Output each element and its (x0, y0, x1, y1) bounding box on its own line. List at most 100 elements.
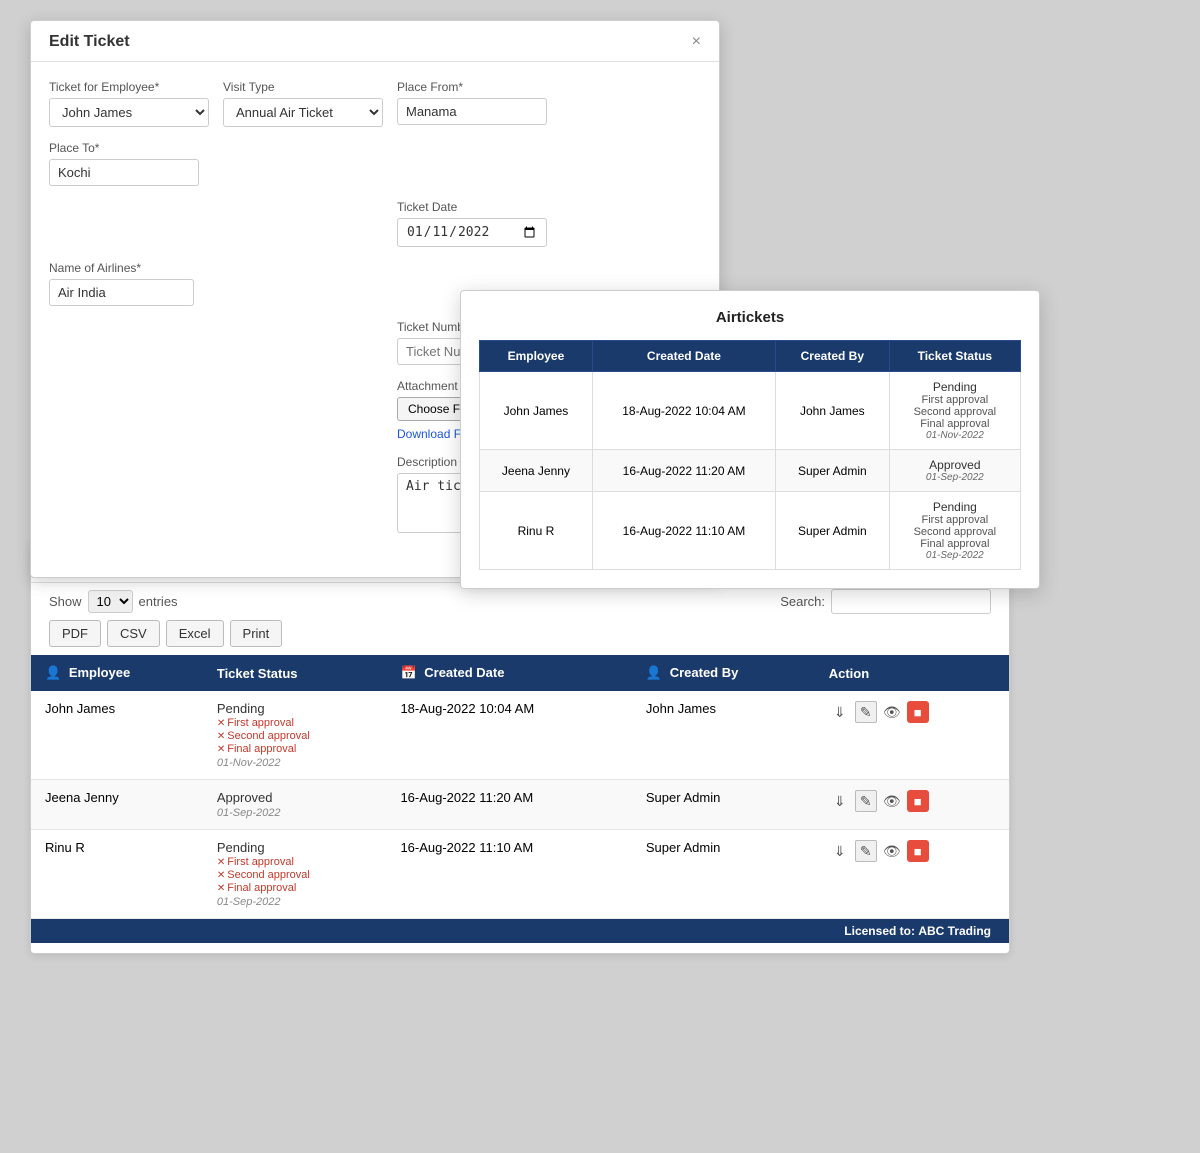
action-icons: ⇓ ✎ 👁 ■ (829, 790, 995, 812)
popup-col-created-date: Created Date (592, 341, 775, 372)
popup-cell-employee: Rinu R (480, 492, 593, 570)
popup-col-created-by: Created By (775, 341, 889, 372)
ticket-date-input[interactable] (397, 218, 547, 247)
excel-button[interactable]: Excel (166, 620, 224, 647)
ticket-date-group: Ticket Date (397, 200, 547, 247)
popup-cell-date: 16-Aug-2022 11:10 AM (592, 492, 775, 570)
show-entries: Show 10 entries (49, 590, 178, 613)
popup-cell-created-by: Super Admin (775, 450, 889, 492)
export-buttons: PDF CSV Excel Print (49, 620, 991, 647)
eye-icon[interactable]: 👁 (881, 790, 903, 812)
delete-icon[interactable]: ■ (907, 840, 929, 862)
col-action: Action (815, 655, 1009, 691)
eye-icon[interactable]: 👁 (881, 701, 903, 723)
edit-icon[interactable]: ✎ (855, 701, 877, 723)
download-icon[interactable]: ⇓ (829, 790, 851, 812)
licensed-text: Licensed to: (844, 924, 915, 938)
popup-cell-created-by: John James (775, 372, 889, 450)
eye-icon[interactable]: 👁 (881, 840, 903, 862)
airtickets-table: Employee Created Date Created By Ticket … (479, 340, 1021, 570)
visit-type-group: Visit Type Annual Air Ticket (223, 80, 383, 127)
ticket-employee-group: Ticket for Employee* John James (49, 80, 209, 127)
cell-created-by: Super Admin (632, 780, 815, 830)
cell-created-by: Super Admin (632, 830, 815, 919)
table-header-row: 👤 Employee Ticket Status 📅 Created Date … (31, 655, 1009, 691)
cell-employee: Jeena Jenny (31, 780, 203, 830)
cell-action: ⇓ ✎ 👁 ■ (815, 780, 1009, 830)
place-to-label: Place To* (49, 141, 199, 155)
cell-action: ⇓ ✎ 👁 ■ (815, 691, 1009, 780)
ticket-date-label: Ticket Date (397, 200, 547, 214)
table-row: Rinu R PendingFirst approvalSecond appro… (31, 830, 1009, 919)
popup-table-header-row: Employee Created Date Created By Ticket … (480, 341, 1021, 372)
col-created-by: 👤 Created By (632, 655, 815, 691)
print-button[interactable]: Print (230, 620, 283, 647)
csv-button[interactable]: CSV (107, 620, 160, 647)
edit-icon[interactable]: ✎ (855, 840, 877, 862)
popup-cell-status: Approved01-Sep-2022 (889, 450, 1020, 492)
pdf-button[interactable]: PDF (49, 620, 101, 647)
cell-employee: Rinu R (31, 830, 203, 919)
ticket-employee-select[interactable]: John James (49, 98, 209, 127)
popup-table-row: John James 18-Aug-2022 10:04 AM John Jam… (480, 372, 1021, 450)
airline-group: Name of Airlines* (49, 261, 194, 306)
popup-cell-status: PendingFirst approvalSecond approvalFina… (889, 372, 1020, 450)
popup-table-row: Rinu R 16-Aug-2022 11:10 AM Super Admin … (480, 492, 1021, 570)
show-label: Show (49, 594, 82, 609)
airtickets-popup: Airtickets Employee Created Date Created… (460, 290, 1040, 589)
list-panel: List All Tickets Show 10 entries Search:… (30, 540, 1010, 954)
ticket-employee-label: Ticket for Employee* (49, 80, 209, 94)
popup-table-row: Jeena Jenny 16-Aug-2022 11:20 AM Super A… (480, 450, 1021, 492)
licensed-company: ABC Trading (918, 924, 991, 938)
table-row: John James PendingFirst approvalSecond a… (31, 691, 1009, 780)
popup-cell-date: 18-Aug-2022 10:04 AM (592, 372, 775, 450)
list-controls-left: Show 10 entries (49, 590, 178, 613)
delete-icon[interactable]: ■ (907, 790, 929, 812)
popup-col-ticket-status: Ticket Status (889, 341, 1020, 372)
form-row-1: Ticket for Employee* John James Visit Ty… (49, 80, 701, 186)
modal-title: Edit Ticket (49, 33, 130, 51)
calendar-icon: 📅 (400, 665, 416, 680)
airline-label: Name of Airlines* (49, 261, 194, 275)
employee-icon: 👤 (45, 665, 61, 680)
airline-input[interactable] (49, 279, 194, 306)
table-row: Jeena Jenny Approved01-Sep-2022 16-Aug-2… (31, 780, 1009, 830)
search-label: Search: (780, 594, 825, 609)
cell-created-by: John James (632, 691, 815, 780)
cell-created-date: 18-Aug-2022 10:04 AM (386, 691, 631, 780)
action-icons: ⇓ ✎ 👁 ■ (829, 840, 995, 862)
cell-created-date: 16-Aug-2022 11:20 AM (386, 780, 631, 830)
download-icon[interactable]: ⇓ (829, 840, 851, 862)
cell-employee: John James (31, 691, 203, 780)
place-from-group: Place From* (397, 80, 547, 127)
col-ticket-status: Ticket Status (203, 655, 387, 691)
popup-title: Airtickets (479, 309, 1021, 326)
search-input[interactable] (831, 589, 991, 614)
popup-cell-employee: Jeena Jenny (480, 450, 593, 492)
place-to-input[interactable] (49, 159, 199, 186)
popup-cell-created-by: Super Admin (775, 492, 889, 570)
entries-label: entries (139, 594, 178, 609)
popup-cell-status: PendingFirst approvalSecond approvalFina… (889, 492, 1020, 570)
edit-icon[interactable]: ✎ (855, 790, 877, 812)
modal-close-button[interactable]: × (692, 33, 701, 51)
entries-select[interactable]: 10 (88, 590, 133, 613)
user-icon: 👤 (646, 665, 662, 680)
place-from-input[interactable] (397, 98, 547, 125)
download-icon[interactable]: ⇓ (829, 701, 851, 723)
delete-icon[interactable]: ■ (907, 701, 929, 723)
popup-cell-employee: John James (480, 372, 593, 450)
cell-status: PendingFirst approvalSecond approvalFina… (203, 830, 387, 919)
col-employee: 👤 Employee (31, 655, 203, 691)
cell-status: PendingFirst approvalSecond approvalFina… (203, 691, 387, 780)
visit-type-select[interactable]: Annual Air Ticket (223, 98, 383, 127)
export-buttons-row: PDF CSV Excel Print (31, 620, 1009, 655)
place-from-label: Place From* (397, 80, 547, 94)
action-icons: ⇓ ✎ 👁 ■ (829, 701, 995, 723)
popup-cell-date: 16-Aug-2022 11:20 AM (592, 450, 775, 492)
licensed-bar: Licensed to: ABC Trading (31, 919, 1009, 943)
cell-status: Approved01-Sep-2022 (203, 780, 387, 830)
place-to-group: Place To* (49, 141, 199, 186)
cell-created-date: 16-Aug-2022 11:10 AM (386, 830, 631, 919)
popup-col-employee: Employee (480, 341, 593, 372)
